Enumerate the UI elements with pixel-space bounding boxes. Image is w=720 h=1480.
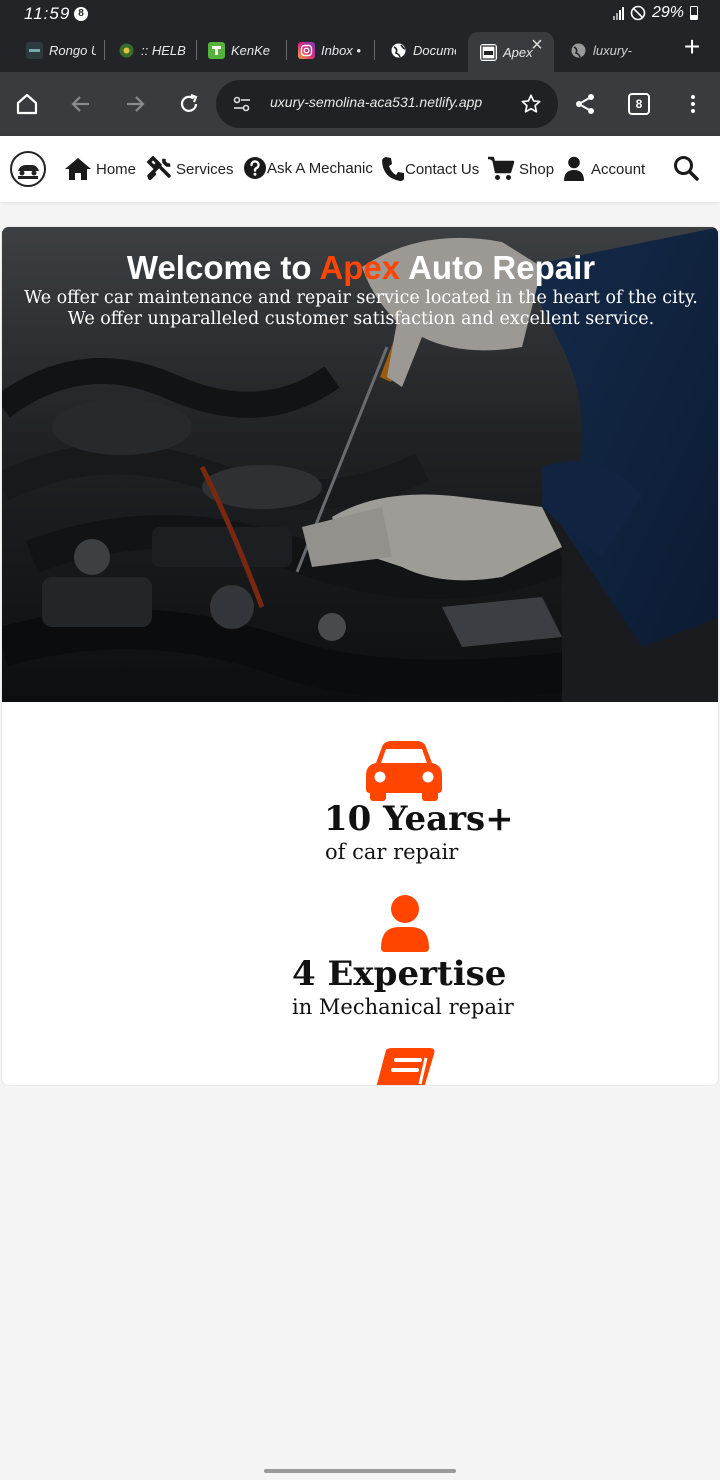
- browser-toolbar: uxury-semolina-aca531.netlify.app 8: [0, 72, 720, 136]
- more-menu-icon[interactable]: [679, 90, 707, 118]
- tab-6[interactable]: luxury-: [570, 32, 636, 68]
- forward-arrow-icon[interactable]: [121, 90, 149, 118]
- nav-account-label: Account: [591, 160, 646, 178]
- tab-1[interactable]: :: HELB: [118, 32, 188, 68]
- book-icon: [376, 1048, 435, 1085]
- url-text: uxury-semolina-aca531.netlify.app: [270, 94, 483, 110]
- home-icon: [65, 158, 91, 180]
- hero-title-accent: Apex: [319, 249, 401, 286]
- tab-count: 8: [628, 93, 650, 115]
- question-icon: [244, 157, 266, 179]
- hero-subtitle: We offer car maintenance and repair serv…: [24, 288, 698, 329]
- signal-icon: [612, 6, 624, 20]
- bookmark-star-icon[interactable]: [520, 93, 542, 115]
- status-indicators: 29%: [612, 4, 698, 22]
- tab-close-icon[interactable]: ×: [528, 35, 546, 55]
- car-icon: [366, 741, 442, 801]
- home-indicator[interactable]: [264, 1469, 456, 1473]
- tab-strip: Rongo U :: HELB KenKe Inbox • Docume Ape…: [0, 28, 720, 72]
- notification-badge-count: 8: [78, 8, 84, 19]
- battery-percent: 29%: [651, 4, 684, 21]
- nav-ask-mechanic-label: Ask A Mechanic: [267, 159, 373, 177]
- search-icon[interactable]: [672, 154, 700, 182]
- stat-value-years: 10 Years+: [324, 799, 514, 839]
- globe-icon: [570, 42, 587, 59]
- stat-label-years: of car repair: [325, 840, 459, 864]
- site-logo[interactable]: [10, 151, 46, 187]
- nav-contact-label: Contact Us: [405, 160, 480, 178]
- nav-services[interactable]: Services: [146, 156, 234, 182]
- site-navbar: Home Services Ask A Mechanic Contact Us …: [0, 136, 720, 202]
- tab-favicon: [118, 42, 135, 59]
- tab-label: :: HELB: [141, 42, 186, 58]
- tab-favicon: [208, 41, 225, 59]
- user-icon: [381, 895, 429, 952]
- hero-title-prefix: Welcome to: [126, 249, 320, 286]
- tab-favicon: [480, 43, 497, 61]
- home-icon[interactable]: [13, 90, 41, 118]
- address-bar[interactable]: uxury-semolina-aca531.netlify.app: [216, 80, 558, 128]
- stat-value-expertise: 4 Expertise: [292, 954, 507, 994]
- tab-3[interactable]: Inbox •: [298, 32, 364, 68]
- instagram-icon: [298, 41, 315, 59]
- hero-banner: Welcome to Apex Auto Repair We offer car…: [2, 227, 718, 702]
- nav-account[interactable]: Account: [563, 156, 645, 182]
- nav-contact[interactable]: Contact Us: [381, 156, 479, 182]
- globe-icon: [390, 42, 407, 59]
- nav-shop-label: Shop: [519, 160, 555, 178]
- tab-label: Inbox •: [321, 42, 361, 58]
- tab-label: Docume: [413, 42, 456, 58]
- tab-2[interactable]: KenKe: [208, 32, 278, 68]
- tab-4[interactable]: Docume: [390, 32, 456, 68]
- tab-switcher-button[interactable]: 8: [625, 90, 653, 118]
- nav-services-label: Services: [176, 160, 234, 178]
- phone-icon: [382, 157, 404, 181]
- nav-shop[interactable]: Shop: [487, 156, 554, 182]
- status-time: 11:59: [24, 4, 71, 23]
- back-arrow-icon[interactable]: [67, 90, 95, 118]
- nav-home[interactable]: Home: [64, 156, 136, 182]
- main-card: Welcome to Apex Auto Repair We offer car…: [1, 226, 719, 1086]
- site-settings-icon[interactable]: [232, 94, 252, 114]
- hero-title: Welcome to Apex Auto Repair: [2, 249, 718, 287]
- battery-icon: [690, 6, 698, 20]
- hero-title-suffix: Auto Repair: [400, 249, 596, 286]
- tab-label: luxury-: [593, 42, 633, 58]
- tab-0[interactable]: Rongo U: [26, 32, 96, 68]
- do-not-disturb-icon: [630, 5, 646, 21]
- nav-home-label: Home: [96, 160, 137, 178]
- stat-label-expertise: in Mechanical repair: [292, 995, 514, 1019]
- tab-label: Rongo U: [49, 42, 96, 58]
- tab-favicon: [26, 41, 43, 59]
- reload-icon[interactable]: [175, 90, 203, 118]
- nav-ask-mechanic[interactable]: Ask A Mechanic: [243, 156, 373, 180]
- tab-label: KenKe: [231, 42, 271, 58]
- notification-badge-icon: 8: [74, 7, 88, 21]
- share-icon[interactable]: [571, 90, 599, 118]
- tools-icon: [146, 156, 171, 180]
- cart-icon: [488, 156, 515, 180]
- new-tab-icon[interactable]: +: [678, 33, 706, 62]
- status-bar: 11:59 8 29%: [0, 0, 720, 28]
- user-icon: [564, 156, 584, 181]
